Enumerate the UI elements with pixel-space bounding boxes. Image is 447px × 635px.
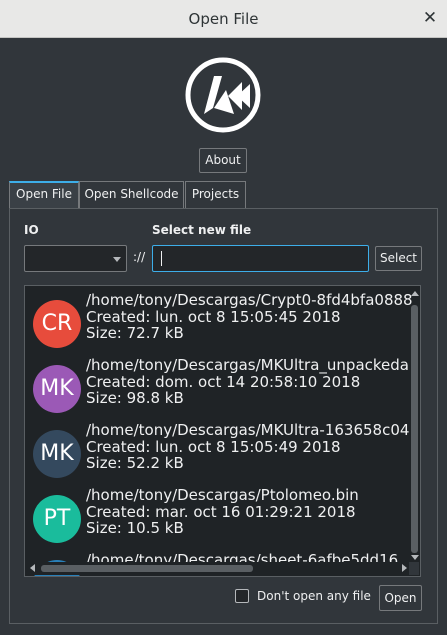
list-item[interactable]: CR /home/tony/Descargas/Crypt0-8fd4bfa08… bbox=[25, 286, 413, 351]
scroll-left-icon[interactable] bbox=[30, 564, 35, 572]
avatar: PT bbox=[33, 495, 81, 543]
tab-projects[interactable]: Projects bbox=[185, 181, 246, 208]
vertical-scrollbar[interactable] bbox=[410, 287, 419, 561]
select-button[interactable]: Select bbox=[375, 246, 422, 271]
list-item[interactable]: PT /home/tony/Descargas/Ptolomeo.bin Cre… bbox=[25, 481, 413, 546]
dont-open-label[interactable]: Don't open any file bbox=[257, 589, 371, 603]
scroll-up-icon[interactable] bbox=[411, 291, 419, 296]
io-label: IO bbox=[24, 223, 39, 237]
close-icon[interactable]: ✕ bbox=[419, 8, 441, 30]
scroll-right-icon[interactable] bbox=[402, 564, 407, 572]
file-created: Created: dom. oct 14 20:58:10 2018 bbox=[86, 372, 361, 391]
uri-separator: :// bbox=[133, 250, 146, 264]
window-title: Open File bbox=[188, 10, 259, 28]
list-item[interactable]: MK /home/tony/Descargas/MKUltra-163658c0… bbox=[25, 416, 413, 481]
recent-files-list[interactable]: CR /home/tony/Descargas/Crypt0-8fd4bfa08… bbox=[24, 285, 421, 577]
scrollbar-corner bbox=[409, 562, 419, 575]
file-path: /home/tony/Descargas/MKUltra-163658c04 bbox=[86, 422, 410, 439]
file-path-input[interactable] bbox=[152, 245, 369, 272]
tab-open-shellcode[interactable]: Open Shellcode bbox=[79, 181, 184, 208]
scroll-down-icon[interactable] bbox=[411, 555, 419, 560]
avatar: MK bbox=[33, 430, 81, 478]
title-bar: Open File ✕ bbox=[0, 0, 447, 38]
file-size: Size: 10.5 kB bbox=[86, 519, 184, 537]
app-logo-icon bbox=[185, 57, 261, 133]
avatar: CR bbox=[33, 300, 81, 348]
about-button[interactable]: About bbox=[199, 148, 247, 173]
select-new-file-label: Select new file bbox=[152, 223, 252, 237]
open-button[interactable]: Open bbox=[379, 585, 422, 611]
file-created: Created: mar. oct 16 01:29:21 2018 bbox=[86, 502, 356, 521]
file-created: Created: lun. oct 8 15:05:49 2018 bbox=[86, 437, 341, 456]
vertical-scroll-thumb[interactable] bbox=[411, 305, 418, 553]
file-size: Size: 72.7 kB bbox=[86, 324, 184, 342]
file-path: /home/tony/Descargas/Ptolomeo.bin bbox=[86, 487, 359, 504]
dont-open-checkbox[interactable] bbox=[235, 589, 249, 603]
io-select[interactable] bbox=[24, 245, 127, 272]
text-caret bbox=[161, 251, 162, 266]
file-path: /home/tony/Descargas/MKUltra_unpackeda bbox=[86, 357, 409, 374]
file-created: Created: lun. oct 8 15:05:45 2018 bbox=[86, 307, 341, 326]
chevron-down-icon bbox=[113, 257, 121, 262]
horizontal-scroll-thumb[interactable] bbox=[41, 565, 253, 572]
horizontal-scrollbar[interactable] bbox=[26, 562, 411, 575]
file-size: Size: 52.2 kB bbox=[86, 454, 184, 472]
file-path: /home/tony/Descargas/Crypt0-8fd4bfa0888 bbox=[86, 292, 413, 309]
file-size: Size: 98.8 kB bbox=[86, 389, 184, 407]
list-item[interactable]: MK /home/tony/Descargas/MKUltra_unpacked… bbox=[25, 351, 413, 416]
avatar: MK bbox=[33, 365, 81, 413]
tab-open-file[interactable]: Open File bbox=[9, 181, 79, 208]
